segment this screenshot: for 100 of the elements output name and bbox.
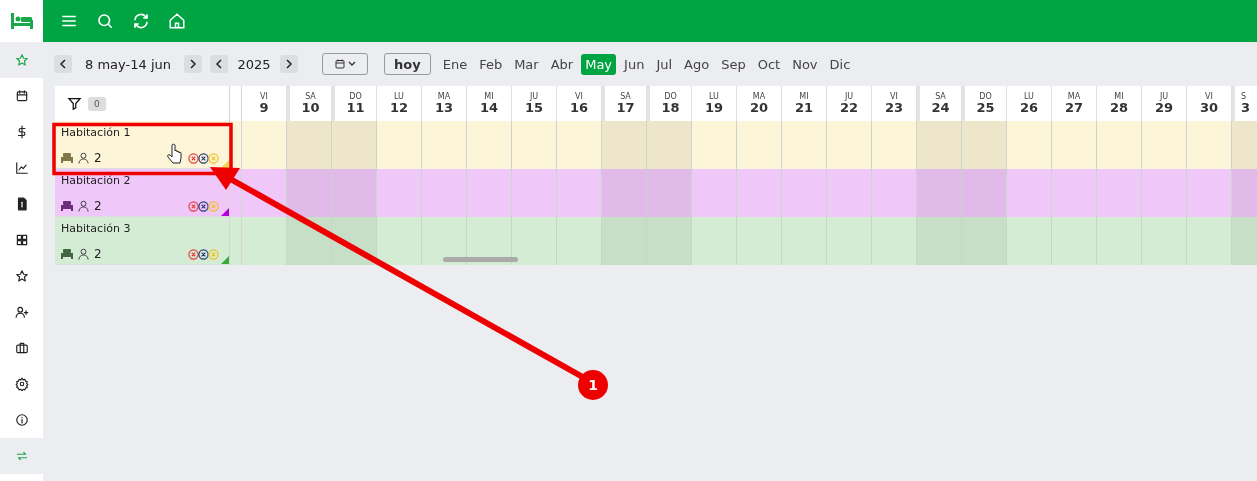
weekend-cell[interactable] [602, 121, 647, 169]
day-number: 13 [434, 101, 454, 114]
calendar-dropdown[interactable] [322, 53, 368, 75]
bed-icon [61, 249, 73, 259]
scrollbar-thumb[interactable] [443, 257, 518, 262]
month-tab[interactable]: Mar [510, 53, 543, 75]
x-circle-icon[interactable] [198, 152, 209, 164]
weekday-label: DO [349, 93, 362, 101]
weekday-label: DO [979, 93, 992, 101]
day-number: 22 [839, 101, 859, 114]
weekend-cell[interactable] [647, 121, 692, 169]
weekday-label: JU [529, 93, 539, 101]
previous-button[interactable] [54, 55, 72, 73]
bed-logo-icon[interactable] [9, 12, 34, 30]
guest-count: 2 [94, 151, 102, 165]
bed-icon [61, 201, 73, 211]
day-number: 19 [704, 101, 724, 114]
weekend-cell[interactable] [602, 169, 647, 217]
chevron-left-icon [59, 59, 67, 69]
x-circle-icon[interactable] [188, 152, 199, 164]
month-tab[interactable]: Abr [546, 53, 578, 75]
weekday-label: MI [1114, 93, 1124, 101]
day-number: 24 [931, 101, 950, 114]
weekend-cell[interactable] [332, 169, 377, 217]
weekend-cell[interactable] [917, 217, 962, 265]
year-label: 2025 [236, 56, 272, 72]
month-tab[interactable]: Feb [475, 53, 507, 75]
weekend-cell[interactable] [647, 169, 692, 217]
weekday-label: DO [664, 93, 677, 101]
month-tab[interactable]: Jul [652, 53, 677, 75]
chevron-right-icon [285, 59, 293, 69]
room-name: Habitación 1 [61, 126, 132, 139]
day-number: 18 [661, 101, 680, 114]
person-icon [78, 152, 89, 164]
weekday-label: MI [484, 93, 494, 101]
month-tab[interactable]: Nov [788, 53, 822, 75]
weekday-label: SA [935, 93, 946, 101]
caret-icon [348, 61, 356, 67]
hand-cursor-icon [167, 143, 182, 164]
day-number: 26 [1019, 101, 1039, 114]
weekend-cell[interactable] [647, 217, 692, 265]
day-number: 15 [524, 101, 544, 114]
weekend-cell[interactable] [287, 217, 332, 265]
day-number: 17 [616, 101, 635, 114]
next-button[interactable] [184, 55, 202, 73]
x-circle-icon[interactable] [198, 200, 209, 212]
previous-year-button[interactable] [210, 55, 228, 73]
weekday-label: VI [575, 93, 583, 101]
day-number: 27 [1064, 101, 1084, 114]
day-number: 23 [884, 101, 904, 114]
person-icon [78, 200, 89, 212]
day-number: 21 [794, 101, 814, 114]
month-tab[interactable]: Sep [717, 53, 750, 75]
today-button[interactable]: hoy [384, 53, 431, 75]
date-range: 8 may-14 jun [84, 56, 172, 72]
weekday-label: SA [305, 93, 316, 101]
step-number-badge: 1 [578, 370, 608, 400]
day-number: 25 [976, 101, 995, 114]
weekend-cell[interactable] [287, 121, 332, 169]
weekend-cell[interactable] [962, 217, 1007, 265]
day-number: 14 [479, 101, 499, 114]
weekday-label: LU [709, 93, 719, 101]
month-tab[interactable]: Dic [825, 53, 855, 75]
month-tab[interactable]: Oct [753, 53, 785, 75]
guest-count: 2 [94, 247, 102, 261]
day-number: 16 [569, 101, 589, 114]
calendar-icon [334, 58, 346, 70]
weekend-cell[interactable] [962, 169, 1007, 217]
weekday-label: VI [890, 93, 898, 101]
month-tab[interactable]: Jun [620, 53, 649, 75]
weekday-label: VI [260, 93, 268, 101]
room-cell[interactable]: Habitación 3 2 [55, 217, 230, 265]
weekend-cell[interactable] [962, 121, 1007, 169]
room-name: Habitación 2 [61, 174, 132, 187]
x-circle-icon[interactable] [198, 248, 209, 260]
day-number: 3 [1241, 101, 1251, 114]
weekday-label: MI [799, 93, 809, 101]
filter-icon[interactable] [67, 96, 82, 111]
weekday-label: VI [1205, 93, 1213, 101]
weekend-cell[interactable] [332, 121, 377, 169]
weekday-label: LU [394, 93, 404, 101]
weekend-cell[interactable] [917, 169, 962, 217]
weekday-label: MA [752, 93, 766, 101]
room-name: Habitación 3 [61, 222, 132, 235]
bed-icon [61, 153, 73, 163]
day-number: 29 [1154, 101, 1174, 114]
weekday-label: JU [1159, 93, 1169, 101]
next-year-button[interactable] [280, 55, 298, 73]
weekday-label: JU [844, 93, 854, 101]
person-icon [78, 248, 89, 260]
weekend-cell[interactable] [332, 217, 377, 265]
weekday-label: MA [1067, 93, 1081, 101]
weekend-cell[interactable] [917, 121, 962, 169]
month-tab[interactable]: Ago [680, 53, 714, 75]
weekend-cell[interactable] [287, 169, 332, 217]
chevron-left-icon [215, 59, 223, 69]
month-tab[interactable]: Ene [438, 53, 472, 75]
filter-count: 0 [88, 96, 106, 111]
weekend-cell[interactable] [602, 217, 647, 265]
day-number: 11 [346, 101, 365, 114]
